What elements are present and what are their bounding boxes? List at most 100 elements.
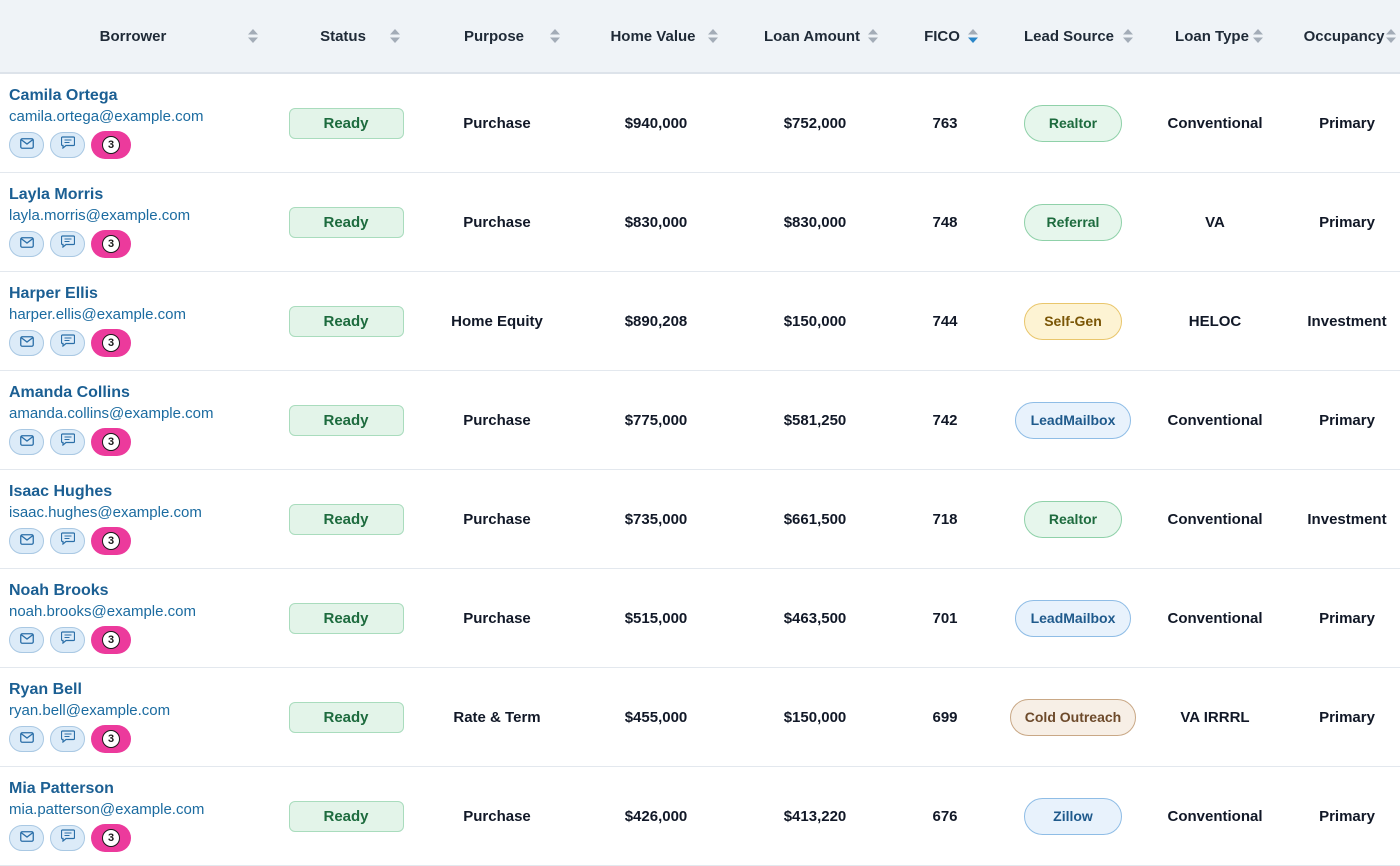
lead-source-badge[interactable]: Zillow [1024,797,1122,835]
email-icon [19,136,34,154]
borrower-name[interactable]: Camila Ortega [9,86,203,106]
borrower-email[interactable]: ryan.bell@example.com [9,701,170,721]
sort-icon[interactable] [1123,29,1133,43]
tasks-badge-button[interactable]: 3 [91,329,131,357]
borrower-email[interactable]: isaac.hughes@example.com [9,503,202,523]
purpose-cell: Purchase [427,74,567,172]
sort-icon[interactable] [550,29,560,43]
column-header-loan-amount[interactable]: Loan Amount [747,0,877,72]
status-badge[interactable]: Ready [288,701,404,733]
borrower-email[interactable]: mia.patterson@example.com [9,800,204,820]
column-header-label: Status [320,27,366,45]
borrower-name[interactable]: Isaac Hughes [9,482,202,502]
table-row[interactable]: Camila Ortega camila.ortega@example.com … [0,74,1400,173]
fico-text: 676 [932,807,958,825]
home-value-text: $735,000 [624,510,688,528]
loan-amount-text: $581,250 [783,411,847,429]
loan-amount-cell: $413,220 [750,767,880,865]
borrower-name[interactable]: Amanda Collins [9,383,214,403]
tasks-badge-button[interactable]: 3 [91,824,131,852]
tasks-badge-button[interactable]: 3 [91,725,131,753]
loan-amount-text: $661,500 [783,510,847,528]
sms-button[interactable] [50,429,85,455]
borrower-email[interactable]: layla.morris@example.com [9,206,190,226]
sms-button[interactable] [50,132,85,158]
email-button[interactable] [9,132,44,158]
sort-icon[interactable] [708,29,718,43]
lead-source-badge[interactable]: LeadMailbox [1015,599,1131,637]
sms-button[interactable] [50,528,85,554]
table-row[interactable]: Harper Ellis harper.ellis@example.com 3 … [0,272,1400,371]
table-row[interactable]: Isaac Hughes isaac.hughes@example.com 3 … [0,470,1400,569]
column-header-status[interactable]: Status [293,0,393,72]
lead-source-badge[interactable]: Self-Gen [1024,302,1122,340]
sms-icon [60,631,75,649]
loan-type-text: Conventional [1167,609,1263,627]
column-header-borrower[interactable]: Borrower [53,0,213,72]
column-header-purpose[interactable]: Purpose [439,0,549,72]
lead-source-badge[interactable]: Cold Outreach [1010,698,1136,736]
tasks-badge-button[interactable]: 3 [91,230,131,258]
sms-button[interactable] [50,231,85,257]
table-row[interactable]: Mia Patterson mia.patterson@example.com … [0,767,1400,866]
badge-count-icon: 3 [102,334,120,352]
column-header-loan-type[interactable]: Loan Type [1162,0,1262,72]
purpose-text: Purchase [463,807,531,825]
column-header-lead-source[interactable]: Lead Source [1014,0,1124,72]
borrower-name[interactable]: Mia Patterson [9,779,204,799]
email-button[interactable] [9,726,44,752]
badge-count-icon: 3 [102,136,120,154]
email-button[interactable] [9,528,44,554]
sort-icon[interactable] [1386,29,1396,43]
tasks-badge-button[interactable]: 3 [91,626,131,654]
fico-text: 763 [932,114,958,132]
lead-source-badge[interactable]: Referral [1024,203,1122,241]
column-header-occupancy[interactable]: Occupancy [1294,0,1394,72]
table-row[interactable]: Ryan Bell ryan.bell@example.com 3 Ready R… [0,668,1400,767]
borrower-name[interactable]: Ryan Bell [9,680,170,700]
borrower-name[interactable]: Layla Morris [9,185,190,205]
column-header-fico[interactable]: FICO [912,0,972,72]
sort-icon[interactable] [968,29,978,43]
tasks-badge-button[interactable]: 3 [91,131,131,159]
borrower-name[interactable]: Noah Brooks [9,581,196,601]
sms-icon [60,334,75,352]
email-button[interactable] [9,429,44,455]
status-badge[interactable]: Ready [288,503,404,535]
status-badge[interactable]: Ready [288,206,404,238]
status-badge[interactable]: Ready [288,404,404,436]
sort-icon[interactable] [390,29,400,43]
occupancy-text: Primary [1319,114,1375,132]
status-badge[interactable]: Ready [288,305,404,337]
table-row[interactable]: Amanda Collins amanda.collins@example.co… [0,371,1400,470]
status-badge[interactable]: Ready [288,602,404,634]
email-button[interactable] [9,627,44,653]
borrower-email[interactable]: noah.brooks@example.com [9,602,196,622]
table-row[interactable]: Noah Brooks noah.brooks@example.com 3 Re… [0,569,1400,668]
borrower-name[interactable]: Harper Ellis [9,284,186,304]
status-badge[interactable]: Ready [288,107,404,139]
sort-icon[interactable] [248,29,258,43]
email-button[interactable] [9,231,44,257]
sms-button[interactable] [50,825,85,851]
column-header-home-value[interactable]: Home Value [593,0,713,72]
lead-source-badge[interactable]: Realtor [1024,500,1122,538]
sort-icon[interactable] [1253,29,1263,43]
email-button[interactable] [9,330,44,356]
tasks-badge-button[interactable]: 3 [91,428,131,456]
tasks-badge-button[interactable]: 3 [91,527,131,555]
sms-button[interactable] [50,726,85,752]
table-row[interactable]: Layla Morris layla.morris@example.com 3 … [0,173,1400,272]
lead-source-badge[interactable]: LeadMailbox [1015,401,1131,439]
lead-source-badge[interactable]: Realtor [1024,104,1122,142]
sort-icon[interactable] [868,29,878,43]
status-cell: Ready [276,470,416,568]
borrower-email[interactable]: amanda.collins@example.com [9,404,214,424]
borrower-email[interactable]: harper.ellis@example.com [9,305,186,325]
borrower-email[interactable]: camila.ortega@example.com [9,107,203,127]
email-button[interactable] [9,825,44,851]
status-badge[interactable]: Ready [288,800,404,832]
email-icon [19,532,34,550]
sms-button[interactable] [50,330,85,356]
sms-button[interactable] [50,627,85,653]
